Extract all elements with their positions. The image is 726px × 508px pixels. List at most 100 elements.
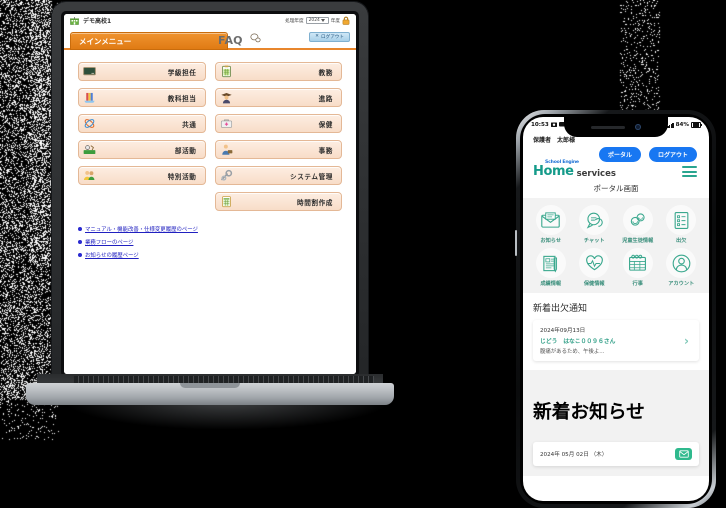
menu-button-timetable[interactable]: 時間割作成: [215, 192, 343, 211]
grid-item-account-label: アカウント: [668, 280, 694, 287]
status-time: 10:53: [531, 122, 549, 128]
battery-icon: [691, 122, 701, 129]
year-select-value: 2024: [309, 18, 320, 23]
year-select[interactable]: 2024: [306, 17, 329, 24]
menu-button-academic-affairs-label: 教務: [319, 67, 333, 77]
grid-item-health-info[interactable]: 保健情報: [573, 248, 617, 287]
grid-item-events-label: 行事: [633, 280, 643, 287]
menu-button-office[interactable]: 事務: [215, 140, 343, 159]
attendance-section-title: 新着出欠通知: [533, 301, 699, 314]
calendar-icon: [623, 248, 653, 278]
close-x-icon: ✕: [315, 34, 319, 39]
signal-bars-icon: [667, 123, 673, 128]
grid-item-attendance-label: 出欠: [676, 237, 686, 244]
graduate-icon: [220, 91, 233, 104]
phone-icon-grid: お知らせ チャット 児童生徒情報 出欠 成績情報 保健情報 行事 アカウント: [523, 198, 709, 293]
mail-badge-icon: [675, 448, 692, 460]
atom-icon: [83, 117, 96, 130]
menu-button-common[interactable]: 共通: [78, 114, 206, 133]
home-services-logo[interactable]: School Engine Home services: [533, 165, 616, 178]
checklist-icon: [666, 205, 696, 235]
school-portal-page: デモ高校1 処理年度 2024 年度 メインメニュー FAQ ✕ ログアウト 学…: [64, 14, 356, 374]
report-pen-icon: [536, 248, 566, 278]
hamburger-menu-icon[interactable]: [682, 166, 697, 177]
portal-button[interactable]: ポータル: [599, 147, 641, 162]
news-section: 新着お知らせ 2024年 05月 02日 （木）: [523, 370, 709, 476]
person-circle-icon: [666, 248, 696, 278]
phone-logo-row: School Engine Home services: [523, 162, 709, 178]
menu-button-club-label: 部活動: [175, 145, 197, 155]
menu-column-left: 学級担任 教科担当 共通 部活動 特別活動: [78, 62, 206, 211]
phone-notch: [564, 117, 668, 137]
phone-logout-button[interactable]: ログアウト: [649, 147, 697, 162]
grid-item-news[interactable]: お知らせ: [529, 205, 573, 244]
menu-button-subject[interactable]: 教科担当: [78, 88, 206, 107]
phone-logout-button-label: ログアウト: [658, 152, 688, 159]
menu-button-special-activity[interactable]: 特別活動: [78, 166, 206, 185]
attendance-card-text: 2024年09月13日 じどう はなこ００９６さん 腹痛があるため、午後よ...: [540, 326, 615, 355]
link-news-history[interactable]: お知らせの履歴ページ: [78, 251, 342, 259]
menu-button-system-admin[interactable]: システム管理: [215, 166, 343, 185]
two-people-icon: [83, 169, 96, 182]
grid-item-student-info-label: 児童生徒情報: [622, 237, 653, 244]
attendance-date: 2024年09月13日: [540, 326, 615, 334]
link-manual-history[interactable]: マニュアル・機能改善・仕様変更履歴のページ: [78, 225, 342, 233]
menu-button-career-label: 進路: [319, 93, 333, 103]
menu-button-academic-affairs[interactable]: 教務: [215, 62, 343, 81]
news-section-title: 新着お知らせ: [533, 397, 699, 424]
main-menu-area: 学級担任 教科担当 共通 部活動 特別活動 教務 進路 保健 事務 システム管理…: [64, 62, 356, 374]
menu-button-homeroom-label: 学級担任: [168, 67, 197, 77]
battery-percent: 84%: [676, 122, 689, 128]
menu-button-subject-label: 教科担当: [168, 93, 197, 103]
grid-item-account[interactable]: アカウント: [660, 248, 704, 287]
clipboard-green-icon: [220, 65, 233, 78]
grid-item-health-info-label: 保健情報: [584, 280, 605, 287]
laptop-screen: デモ高校1 処理年度 2024 年度 メインメニュー FAQ ✕ ログアウト 学…: [64, 14, 356, 374]
grid-item-attendance[interactable]: 出欠: [660, 205, 704, 244]
link-workflow[interactable]: 業務フローのページ: [78, 238, 342, 246]
attendance-card[interactable]: 2024年09月13日 じどう はなこ００９６さん 腹痛があるため、午後よ...…: [533, 320, 699, 361]
logo-superscript: School Engine: [545, 160, 579, 165]
chevron-right-icon[interactable]: ›: [684, 335, 692, 347]
logout-area: ✕ ログアウト: [309, 31, 350, 42]
tab-main-menu[interactable]: メインメニュー: [70, 32, 228, 50]
lock-icon[interactable]: [342, 16, 350, 25]
menu-button-club[interactable]: 部活動: [78, 140, 206, 159]
attendance-student-name: じどう はなこ００９６さん: [540, 336, 615, 345]
chevron-down-icon: [321, 19, 325, 22]
tab-main-menu-label: メインメニュー: [79, 36, 131, 47]
menu-button-homeroom[interactable]: 学級担任: [78, 62, 206, 81]
page-topbar: デモ高校1 処理年度 2024 年度: [64, 14, 356, 31]
menu-button-career[interactable]: 進路: [215, 88, 343, 107]
wrench-gear-icon: [220, 169, 233, 182]
grid-item-grades[interactable]: 成績情報: [529, 248, 573, 287]
phone-page-title: ポータル画面: [523, 178, 709, 198]
footer-links: マニュアル・機能改善・仕様変更履歴のページ 業務フローのページ お知らせの履歴ペ…: [78, 225, 342, 259]
bullet-icon: [78, 253, 82, 257]
grid-item-chat[interactable]: チャット: [573, 205, 617, 244]
link-news-history-label: お知らせの履歴ページ: [85, 251, 139, 259]
logout-button[interactable]: ✕ ログアウト: [309, 32, 350, 42]
earpiece-speaker: [591, 126, 625, 129]
tab-faq[interactable]: FAQ: [218, 32, 243, 48]
portal-button-label: ポータル: [608, 152, 632, 159]
books-icon: [83, 91, 96, 104]
year-label-before: 処理年度: [285, 18, 303, 24]
news-card[interactable]: 2024年 05月 02日 （木）: [533, 442, 699, 466]
news-date: 2024年 05月 02日 （木）: [540, 450, 607, 458]
chat-bubbles-icon: [579, 205, 609, 235]
grid-item-events[interactable]: 行事: [616, 248, 660, 287]
heart-pulse-icon: [579, 248, 609, 278]
menu-column-right: 教務 進路 保健 事務 システム管理 時間割作成: [215, 62, 343, 211]
bullet-icon: [78, 240, 82, 244]
timetable-icon: [220, 195, 233, 208]
menu-button-common-label: 共通: [182, 119, 196, 129]
students-icon: [623, 205, 653, 235]
first-aid-kit-icon: [220, 117, 233, 130]
grid-item-student-info[interactable]: 児童生徒情報: [616, 205, 660, 244]
logout-button-label: ログアウト: [321, 34, 344, 40]
school-building-icon: [70, 17, 79, 25]
menu-button-health[interactable]: 保健: [215, 114, 343, 133]
menu-button-system-admin-label: システム管理: [290, 171, 333, 181]
menu-button-office-label: 事務: [319, 145, 333, 155]
